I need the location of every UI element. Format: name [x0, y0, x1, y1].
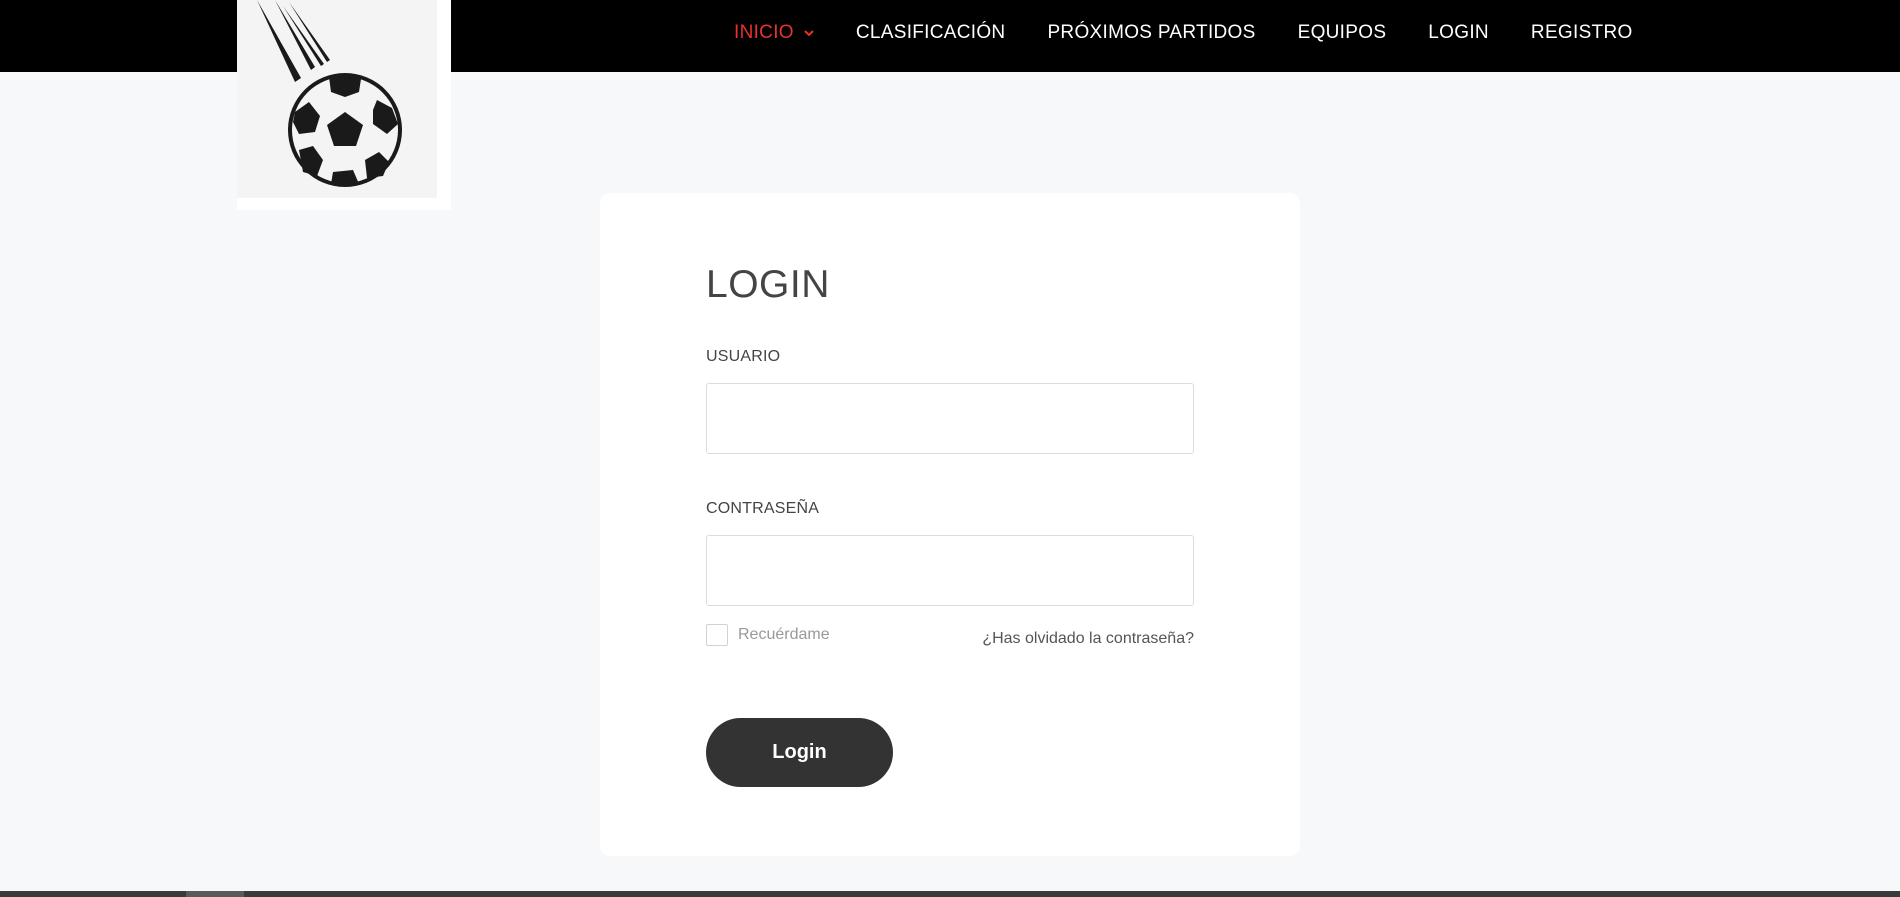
password-label: CONTRASEÑA — [706, 500, 820, 517]
remember-me-label: Recuérdame — [738, 626, 830, 643]
main-nav: INICIO CLASIFICACIÓN PRÓXIMOS PARTIDOS E… — [734, 0, 1633, 66]
remember-me-checkbox[interactable] — [706, 624, 728, 646]
nav-item-label: REGISTRO — [1530, 22, 1633, 43]
password-input[interactable] — [706, 535, 1194, 606]
nav-item-label: LOGIN — [1428, 22, 1489, 43]
nav-item-inicio[interactable]: INICIO — [734, 22, 814, 44]
login-card: LOGIN USUARIO CONTRASEÑA Recuérdame ¿Has… — [600, 193, 1300, 856]
nav-item-registro[interactable]: REGISTRO — [1531, 22, 1633, 44]
nav-item-login[interactable]: LOGIN — [1428, 22, 1489, 44]
forgot-password-link[interactable]: ¿Has olvidado la contraseña? — [982, 630, 1194, 648]
horizontal-scrollbar[interactable] — [0, 891, 1900, 897]
soccer-ball-icon — [257, 0, 402, 187]
login-title: LOGIN — [706, 263, 830, 306]
nav-item-clasificacion[interactable]: CLASIFICACIÓN — [856, 22, 1006, 44]
nav-item-label: PRÓXIMOS PARTIDOS — [1047, 22, 1256, 43]
chevron-down-icon — [804, 29, 814, 37]
remember-me[interactable]: Recuérdame — [706, 624, 830, 646]
login-button[interactable]: Login — [706, 718, 893, 787]
logo-background — [237, 0, 437, 198]
site-logo[interactable] — [237, 0, 451, 210]
username-input[interactable] — [706, 383, 1194, 454]
nav-item-label: CLASIFICACIÓN — [855, 22, 1006, 43]
nav-item-equipos[interactable]: EQUIPOS — [1298, 22, 1387, 44]
nav-item-label: EQUIPOS — [1297, 22, 1387, 43]
nav-item-label: INICIO — [734, 22, 794, 43]
username-label: USUARIO — [706, 348, 781, 365]
nav-item-proximos-partidos[interactable]: PRÓXIMOS PARTIDOS — [1047, 22, 1255, 44]
scrollbar-thumb[interactable] — [186, 891, 244, 897]
